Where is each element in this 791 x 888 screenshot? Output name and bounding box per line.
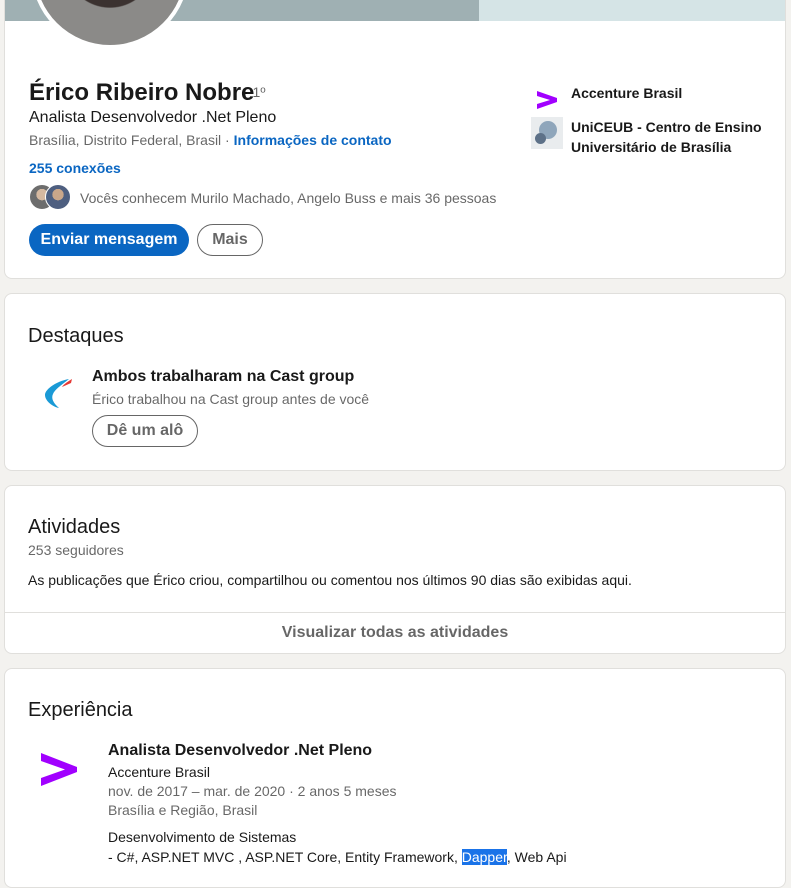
job-title: Analista Desenvolvedor .Net Pleno — [108, 742, 373, 759]
profile-name: Érico Ribeiro Nobre — [29, 79, 255, 106]
connections-link[interactable]: 255 conexões — [29, 160, 121, 176]
org-uniceub[interactable]: UniCEUB - Centro de Ensino Universitário… — [531, 117, 771, 157]
send-message-button[interactable]: Enviar mensagem — [29, 224, 189, 256]
org-accenture[interactable]: Accenture Brasil — [531, 83, 771, 115]
connection-degree: · 1º — [244, 84, 266, 100]
job-description-line: Desenvolvimento de Sistemas — [108, 829, 297, 845]
see-all-activities-link[interactable]: Visualizar todas as atividades — [5, 613, 785, 653]
org-name: UniCEUB - Centro de Ensino Universitário… — [571, 119, 762, 155]
profile-location: Brasília, Distrito Federal, Brasil — [29, 132, 222, 148]
accenture-logo-icon[interactable] — [35, 745, 83, 793]
job-tech-text: , Web Api — [506, 849, 567, 865]
org-name: Accenture Brasil — [571, 85, 683, 101]
job-tech-text: - C#, ASP.NET MVC , ASP.NET Core, Entity… — [108, 849, 462, 865]
mutual-avatar — [45, 184, 71, 210]
cast-group-logo-icon[interactable] — [39, 373, 79, 413]
activities-card: Atividades 253 seguidores As publicações… — [4, 485, 786, 654]
highlights-card: Destaques Ambos trabalharam na Cast grou… — [4, 293, 786, 471]
section-title: Atividades — [28, 516, 121, 538]
accenture-logo-icon — [537, 91, 557, 109]
section-title: Experiência — [28, 699, 133, 721]
profile-card: Érico Ribeiro Nobre · 1º Analista Desenv… — [4, 0, 786, 279]
profile-location-line: Brasília, Distrito Federal, Brasil · Inf… — [29, 132, 392, 148]
job-company: Accenture Brasil — [108, 764, 210, 780]
experience-card: Experiência Analista Desenvolvedor .Net … — [4, 668, 786, 888]
say-hi-button[interactable]: Dê um alô — [92, 415, 198, 447]
highlight-subtitle: Érico trabalhou na Cast group antes de v… — [92, 391, 370, 407]
job-description-line: - C#, ASP.NET MVC , ASP.NET Core, Entity… — [108, 849, 567, 865]
highlight-title[interactable]: Ambos trabalharam na Cast group — [92, 368, 354, 386]
contact-info-link[interactable]: Informações de contato — [234, 132, 392, 148]
section-title: Destaques — [28, 325, 124, 347]
job-location: Brasília e Região, Brasil — [108, 802, 258, 818]
mutual-connections-text[interactable]: Vocês conhecem Murilo Machado, Angelo Bu… — [80, 190, 496, 206]
profile-headline: Analista Desenvolvedor .Net Pleno — [29, 109, 277, 126]
job-dates: nov. de 2017 – mar. de 2020 · 2 anos 5 m… — [108, 783, 397, 799]
profile-avatar[interactable] — [31, 0, 189, 49]
more-button[interactable]: Mais — [197, 224, 263, 256]
selected-text: Dapper — [461, 849, 507, 865]
mutual-connections-avatars[interactable] — [29, 184, 73, 210]
location-separator: · — [221, 132, 234, 148]
activities-description: As publicações que Érico criou, comparti… — [28, 572, 632, 588]
uniceub-logo-icon — [531, 117, 563, 149]
followers-count: 253 seguidores — [28, 542, 124, 558]
